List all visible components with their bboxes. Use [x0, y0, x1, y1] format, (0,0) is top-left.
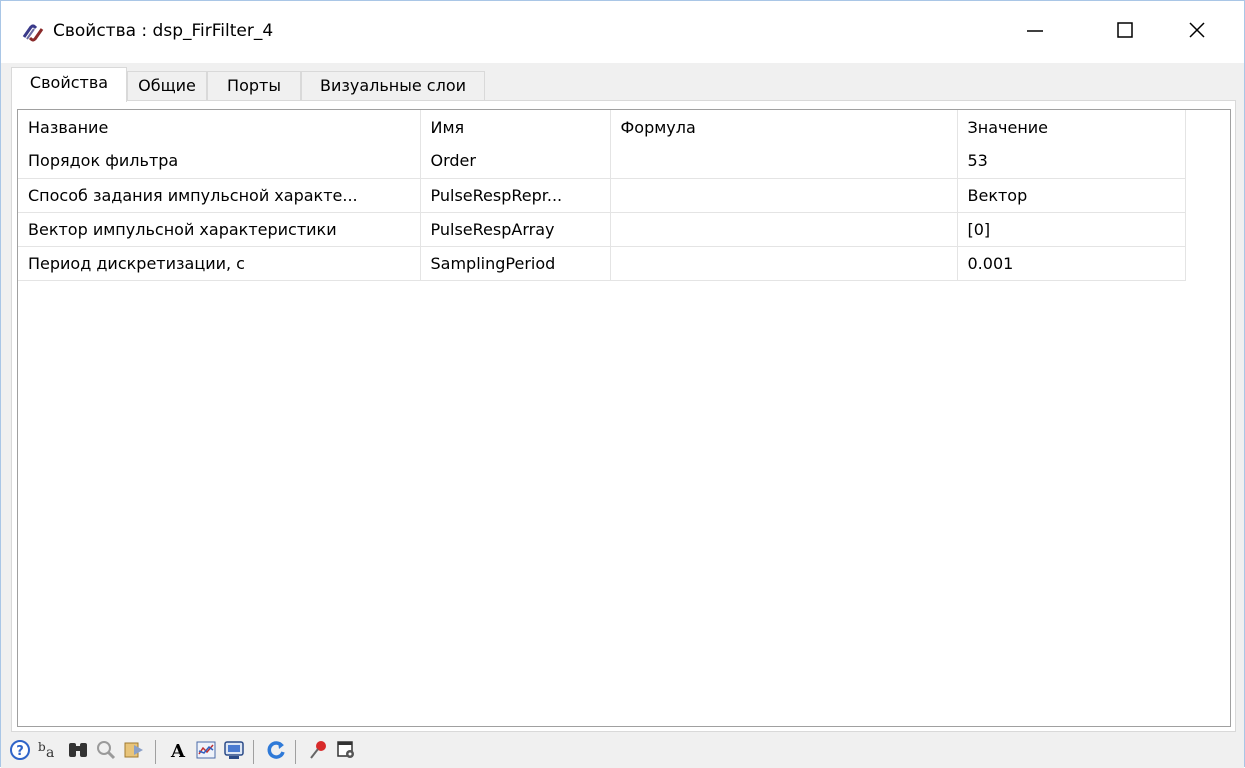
export-icon	[122, 739, 146, 765]
zoom-button[interactable]	[93, 739, 119, 765]
table-row[interactable]: Порядок фильтра Order 53	[18, 144, 1186, 179]
tab-panel: Название Имя Формула Значение Порядок фи…	[11, 100, 1236, 732]
tab-bar: Свойства Общие Порты Визуальные слои	[11, 67, 1236, 102]
toolbar-separator	[155, 740, 156, 764]
window-title: Свойства : dsp_FirFilter_4	[53, 21, 274, 41]
tab-properties[interactable]: Свойства	[11, 67, 127, 102]
cell-name: Порядок фильтра	[18, 144, 421, 179]
cell-id: PulseRespRepr...	[420, 178, 611, 213]
cell-value[interactable]: [0]	[957, 212, 1186, 247]
close-icon	[1187, 20, 1207, 44]
minimize-button[interactable]	[1001, 1, 1069, 63]
properties-table: Название Имя Формула Значение Порядок фи…	[18, 110, 1186, 281]
table-row[interactable]: Период дискретизации, с SamplingPeriod 0…	[18, 246, 1186, 281]
toolbar-separator	[253, 740, 254, 764]
maximize-icon	[1115, 20, 1135, 44]
chart-button[interactable]	[193, 739, 219, 765]
cell-formula[interactable]	[610, 178, 958, 213]
svg-text:a: a	[46, 745, 54, 761]
tab-visual-layers[interactable]: Визуальные слои	[301, 71, 485, 101]
tab-general[interactable]: Общие	[127, 71, 207, 101]
sort-button[interactable]: ba	[37, 739, 63, 765]
column-header-value[interactable]: Значение	[957, 110, 1186, 144]
cell-value[interactable]: 53	[957, 144, 1186, 179]
column-header-id[interactable]: Имя	[420, 110, 611, 144]
font-icon: A	[167, 739, 189, 765]
cell-name: Способ задания импульсной характе...	[18, 178, 421, 213]
refresh-button[interactable]	[263, 739, 289, 765]
tab-ports[interactable]: Порты	[207, 71, 301, 101]
settings-window-icon	[335, 739, 357, 765]
monitor-button[interactable]	[221, 739, 247, 765]
link-chain-icon	[21, 23, 45, 43]
table-row[interactable]: Вектор импульсной характеристики PulseRe…	[18, 212, 1186, 247]
title-bar[interactable]: Свойства : dsp_FirFilter_4	[1, 1, 1244, 63]
properties-window: Свойства : dsp_FirFilter_4 Свойства Общи…	[0, 0, 1245, 768]
font-button[interactable]: A	[165, 739, 191, 765]
toolbar-separator	[295, 740, 296, 764]
minimize-icon	[1025, 20, 1045, 44]
maximize-button[interactable]	[1091, 1, 1159, 63]
cell-formula[interactable]	[610, 246, 958, 281]
column-header-formula[interactable]: Формула	[610, 110, 958, 144]
export-button[interactable]	[121, 739, 147, 765]
bottom-toolbar: ? ba A	[1, 734, 1244, 768]
cell-id: Order	[420, 144, 611, 179]
cell-value[interactable]: 0.001	[957, 246, 1186, 281]
settings-window-button[interactable]	[333, 739, 359, 765]
column-header-name[interactable]: Название	[18, 110, 421, 144]
chart-icon	[195, 739, 217, 765]
table-row[interactable]: Способ задания импульсной характе... Pul…	[18, 178, 1186, 213]
table-header-row: Название Имя Формула Значение	[18, 110, 1186, 144]
monitor-icon	[223, 739, 245, 765]
find-button[interactable]	[65, 739, 91, 765]
cell-value[interactable]: Вектор	[957, 178, 1186, 213]
pin-icon	[307, 739, 329, 765]
help-button[interactable]: ?	[7, 739, 33, 765]
properties-grid[interactable]: Название Имя Формула Значение Порядок фи…	[17, 109, 1231, 727]
zoom-icon	[95, 739, 117, 765]
cell-formula[interactable]	[610, 144, 958, 179]
svg-text:A: A	[170, 741, 186, 761]
svg-text:?: ?	[16, 744, 24, 759]
cell-formula[interactable]	[610, 212, 958, 247]
close-button[interactable]	[1163, 1, 1231, 63]
refresh-icon	[265, 739, 287, 765]
cell-id: SamplingPeriod	[420, 246, 611, 281]
cell-name: Вектор импульсной характеристики	[18, 212, 421, 247]
binoculars-icon	[66, 739, 90, 765]
pin-button[interactable]	[305, 739, 331, 765]
cell-name: Период дискретизации, с	[18, 246, 421, 281]
cell-id: PulseRespArray	[420, 212, 611, 247]
sort-alpha-icon: ba	[37, 739, 63, 765]
help-icon: ?	[9, 739, 31, 765]
svg-text:b: b	[38, 740, 46, 754]
